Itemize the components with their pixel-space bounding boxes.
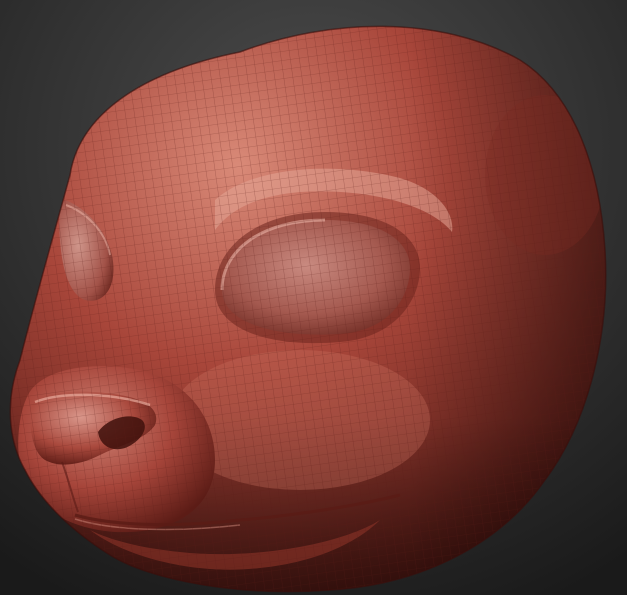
viewport-3d[interactable] (0, 0, 627, 595)
sculpt-render (0, 0, 627, 595)
